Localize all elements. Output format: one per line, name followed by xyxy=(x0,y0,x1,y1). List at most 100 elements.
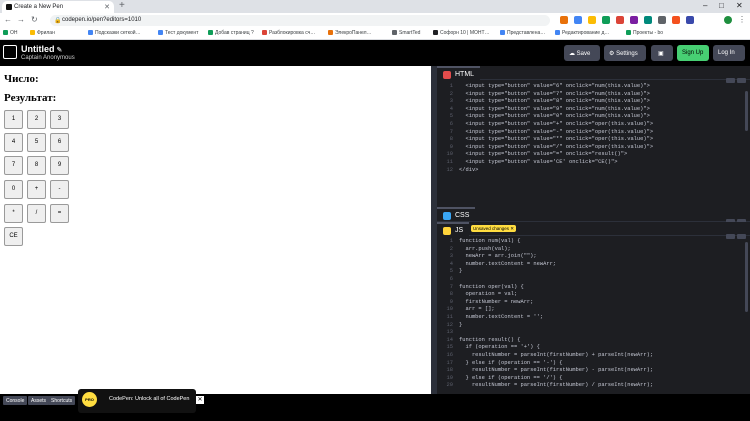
extension-icon[interactable] xyxy=(630,16,638,24)
bookmark-item[interactable]: Представлена… xyxy=(500,30,545,36)
html-editor-tab[interactable]: HTML xyxy=(437,66,481,80)
line-number: 8 xyxy=(449,291,453,298)
bookmark-item[interactable]: Проекты - bo xyxy=(626,30,663,36)
bookmark-item[interactable]: Фрилан xyxy=(30,30,55,36)
code-text: arr = []; xyxy=(459,306,495,313)
css-icon xyxy=(443,212,451,220)
extension-icon[interactable] xyxy=(602,16,610,24)
html-scrollbar[interactable] xyxy=(745,91,748,131)
browser-menu-icon[interactable]: ⋮ xyxy=(738,15,746,24)
minimize-icon[interactable]: – xyxy=(703,1,707,10)
js-scrollbar[interactable] xyxy=(745,242,748,312)
gear-icon: ⚙ xyxy=(609,51,615,57)
calc-button-equals[interactable]: = xyxy=(50,204,69,223)
bookmark-item[interactable]: OH xyxy=(3,30,18,36)
sign-up-button[interactable]: Sign Up xyxy=(677,45,709,61)
extension-icon[interactable] xyxy=(658,16,666,24)
assets-button[interactable]: Assets xyxy=(28,396,50,405)
js-code-line: 3 newArr = arr.join(""); xyxy=(437,253,750,261)
extension-icon[interactable] xyxy=(616,16,624,24)
calc-button-clear[interactable]: CE xyxy=(4,227,23,246)
reload-icon[interactable]: ↻ xyxy=(31,15,38,24)
pen-title[interactable]: Untitled ✎ xyxy=(21,44,62,54)
js-code-line: 5} xyxy=(437,268,750,276)
code-text: <input type="button" value="8" onclick="… xyxy=(459,98,650,105)
extension-icon[interactable] xyxy=(672,16,680,24)
settings-button[interactable]: ⚙ Settings xyxy=(604,45,646,61)
back-icon[interactable]: ← xyxy=(4,15,12,24)
calc-button-1[interactable]: 1 xyxy=(4,110,23,129)
close-window-icon[interactable]: ✕ xyxy=(736,1,743,10)
code-text: <input type="button" value="=" onclick="… xyxy=(459,151,628,158)
extension-icon[interactable] xyxy=(588,16,596,24)
html-code-line: 12 </div> xyxy=(437,167,750,175)
bookmark-item[interactable]: Редактирование д… xyxy=(555,30,609,36)
browser-tab[interactable]: Create a New Pen ✕ xyxy=(2,1,114,13)
maximize-icon[interactable]: □ xyxy=(719,1,724,10)
line-number: 10 xyxy=(446,151,453,158)
profile-avatar[interactable] xyxy=(724,16,732,24)
save-button[interactable]: ☁ Save xyxy=(564,45,600,61)
bookmark-item[interactable]: Подсказки сеткой… xyxy=(88,30,141,36)
shortcuts-button[interactable]: Shortcuts xyxy=(48,396,76,405)
html-code-line: 1 <input type="button" value="6" onclick… xyxy=(437,83,750,91)
code-text: firstNumber = newArr; xyxy=(459,298,534,305)
extension-icon[interactable] xyxy=(560,16,568,24)
calc-button-divide[interactable]: / xyxy=(27,204,46,223)
cloud-icon: ☁ xyxy=(569,51,575,57)
calc-button-0[interactable]: 0 xyxy=(4,180,23,199)
line-number: 4 xyxy=(449,105,453,112)
line-number: 3 xyxy=(449,253,453,260)
bookmark-item[interactable]: Разблокировка сч… xyxy=(262,30,315,36)
code-text: number.textContent = newArr; xyxy=(459,260,557,267)
close-tab-icon[interactable]: ✕ xyxy=(104,3,110,11)
html-code-line: 3 <input type="button" value="8" onclick… xyxy=(437,98,750,106)
js-editor-tab[interactable]: JS xyxy=(437,222,470,236)
line-number: 9 xyxy=(449,298,453,305)
code-text: function oper(val) { xyxy=(459,283,524,290)
calc-button-5[interactable]: 5 xyxy=(27,133,46,152)
codepen-logo-icon[interactable] xyxy=(3,45,17,59)
url-text: codepen.io/pen?editors=1010 xyxy=(62,17,142,23)
promo-banner[interactable]: PRO CodePen: Unlock all of CodePen xyxy=(78,389,196,413)
calc-button-3[interactable]: 3 xyxy=(50,110,69,129)
bookmark-item[interactable]: Тест документ xyxy=(158,30,198,36)
log-in-button[interactable]: Log In xyxy=(713,45,745,61)
bookmark-item[interactable]: SmartTed xyxy=(392,30,420,36)
extension-icon[interactable] xyxy=(644,16,652,24)
css-editor-tab[interactable]: CSS xyxy=(437,207,476,221)
calc-button-4[interactable]: 4 xyxy=(4,133,23,152)
forward-icon[interactable]: → xyxy=(17,15,25,24)
bookmark-item[interactable]: ЭлекроПанел… xyxy=(328,30,372,36)
calc-button-6[interactable]: 6 xyxy=(50,133,69,152)
edit-pencil-icon[interactable]: ✎ xyxy=(57,47,63,54)
close-promo-icon[interactable]: ✕ xyxy=(196,396,204,404)
pen-author: Captain Anonymous xyxy=(21,55,75,61)
calc-button-minus[interactable]: - xyxy=(50,180,69,199)
js-code-area[interactable]: 1 function num(val) {2 arr.push(val); 3 ne… xyxy=(437,236,750,394)
console-button[interactable]: Console xyxy=(3,396,28,405)
calc-button-multiply[interactable]: * xyxy=(4,204,23,223)
html-code-line: 6 <input type="button" value="+" onclick… xyxy=(437,121,750,129)
line-number: 12 xyxy=(446,321,453,328)
browser-tab-title: Create a New Pen xyxy=(14,4,64,10)
calc-button-plus[interactable]: + xyxy=(27,180,46,199)
bookmark-item[interactable]: Софорн 10 | МОНТ… xyxy=(433,30,490,36)
code-text: number.textContent = ''; xyxy=(459,314,544,320)
calc-button-9[interactable]: 9 xyxy=(50,156,69,175)
calc-button-2[interactable]: 2 xyxy=(27,110,46,129)
layout-button[interactable]: ▣ xyxy=(651,45,673,61)
new-tab-icon[interactable]: + xyxy=(119,0,125,11)
js-code-line: 7 function oper(val) { xyxy=(437,284,750,292)
bookmark-item[interactable]: Добав страниц ? xyxy=(208,30,254,36)
line-number: 5 xyxy=(449,113,453,120)
codepen-favicon-icon xyxy=(6,4,12,10)
extension-icon[interactable] xyxy=(686,16,694,24)
code-text: function result() { xyxy=(459,336,521,343)
code-text: <input type="button" value='CE' onclick=… xyxy=(459,159,618,165)
calc-button-8[interactable]: 8 xyxy=(27,156,46,175)
html-code-area[interactable]: 1 <input type="button" value="6" onclick… xyxy=(437,81,750,207)
url-field[interactable]: 🔒 codepen.io/pen?editors=1010 xyxy=(50,15,550,26)
extension-icon[interactable] xyxy=(574,16,582,24)
calc-button-7[interactable]: 7 xyxy=(4,156,23,175)
